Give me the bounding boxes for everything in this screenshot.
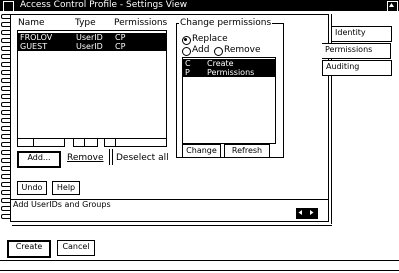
notebook-page: Name Type Permissions FROLOV UserID CP G… <box>10 14 329 222</box>
column-scroll-track[interactable] <box>84 138 98 147</box>
replace-radio[interactable] <box>182 36 191 45</box>
add-label[interactable]: Add <box>192 45 209 55</box>
replace-label[interactable]: Replace <box>192 34 228 44</box>
column-header-permissions[interactable]: Permissions <box>114 18 167 28</box>
remove-radio[interactable] <box>214 47 223 56</box>
remove-button[interactable]: Remove <box>67 153 104 163</box>
arrow-left-icon[interactable] <box>296 208 307 219</box>
frame-divider <box>0 260 399 261</box>
divider <box>109 149 110 165</box>
refresh-button[interactable]: Refresh <box>224 144 270 158</box>
add-button[interactable]: Add... <box>17 151 61 168</box>
row-name: FROLOV <box>20 33 53 42</box>
remove-label[interactable]: Remove <box>224 45 261 55</box>
notebook-binding <box>1 12 12 222</box>
row-type: UserID <box>76 33 103 42</box>
help-button[interactable]: Help <box>52 181 80 195</box>
title-bar[interactable]: Access Control Profile - Settings View <box>0 0 399 12</box>
column-scroll-track[interactable] <box>33 138 65 147</box>
frame-divider <box>0 270 399 271</box>
add-radio[interactable] <box>182 47 191 56</box>
column-header-type[interactable]: Type <box>75 18 96 28</box>
perm-code: P <box>185 68 190 77</box>
list-item[interactable]: P Permissions <box>183 68 275 77</box>
list-item[interactable]: C Create <box>183 59 275 68</box>
column-header-name[interactable]: Name <box>18 18 45 28</box>
tab-permissions[interactable]: Permissions <box>322 43 391 59</box>
change-permissions-title: Change permissions <box>179 18 273 28</box>
row-permissions: CP <box>115 33 126 42</box>
column-scroll-track[interactable] <box>115 138 167 147</box>
row-name: GUEST <box>20 42 48 51</box>
arrow-up-icon[interactable] <box>387 1 398 12</box>
row-permissions: CP <box>115 42 126 51</box>
row-type: UserID <box>76 42 103 51</box>
status-text: Add UserIDs and Groups <box>13 200 111 209</box>
permissions-list[interactable]: C Create P Permissions <box>182 57 276 144</box>
deselect-all-button[interactable]: Deselect all <box>116 153 169 163</box>
table-row[interactable]: FROLOV UserID CP <box>18 33 166 42</box>
tab-identity[interactable]: Identity <box>331 26 392 42</box>
access-list[interactable]: FROLOV UserID CP GUEST UserID CP <box>17 30 167 139</box>
system-menu-icon[interactable] <box>3 1 14 12</box>
tab-auditing[interactable]: Auditing <box>322 60 392 76</box>
change-button[interactable]: Change <box>182 144 221 158</box>
page-edge <box>12 225 332 226</box>
table-row[interactable]: GUEST UserID CP <box>18 42 166 51</box>
divider <box>112 149 113 165</box>
arrow-right-icon[interactable] <box>307 208 318 219</box>
perm-label: Permissions <box>207 68 255 77</box>
perm-label: Create <box>207 59 234 68</box>
cancel-button[interactable]: Cancel <box>57 240 95 256</box>
undo-button[interactable]: Undo <box>17 181 47 195</box>
window-title: Access Control Profile - Settings View <box>20 0 188 10</box>
change-permissions-group: Change permissions Replace Add Remove C … <box>176 18 284 158</box>
column-scroll-left[interactable] <box>17 138 34 147</box>
create-button[interactable]: Create <box>7 240 51 258</box>
perm-code: C <box>185 59 191 68</box>
